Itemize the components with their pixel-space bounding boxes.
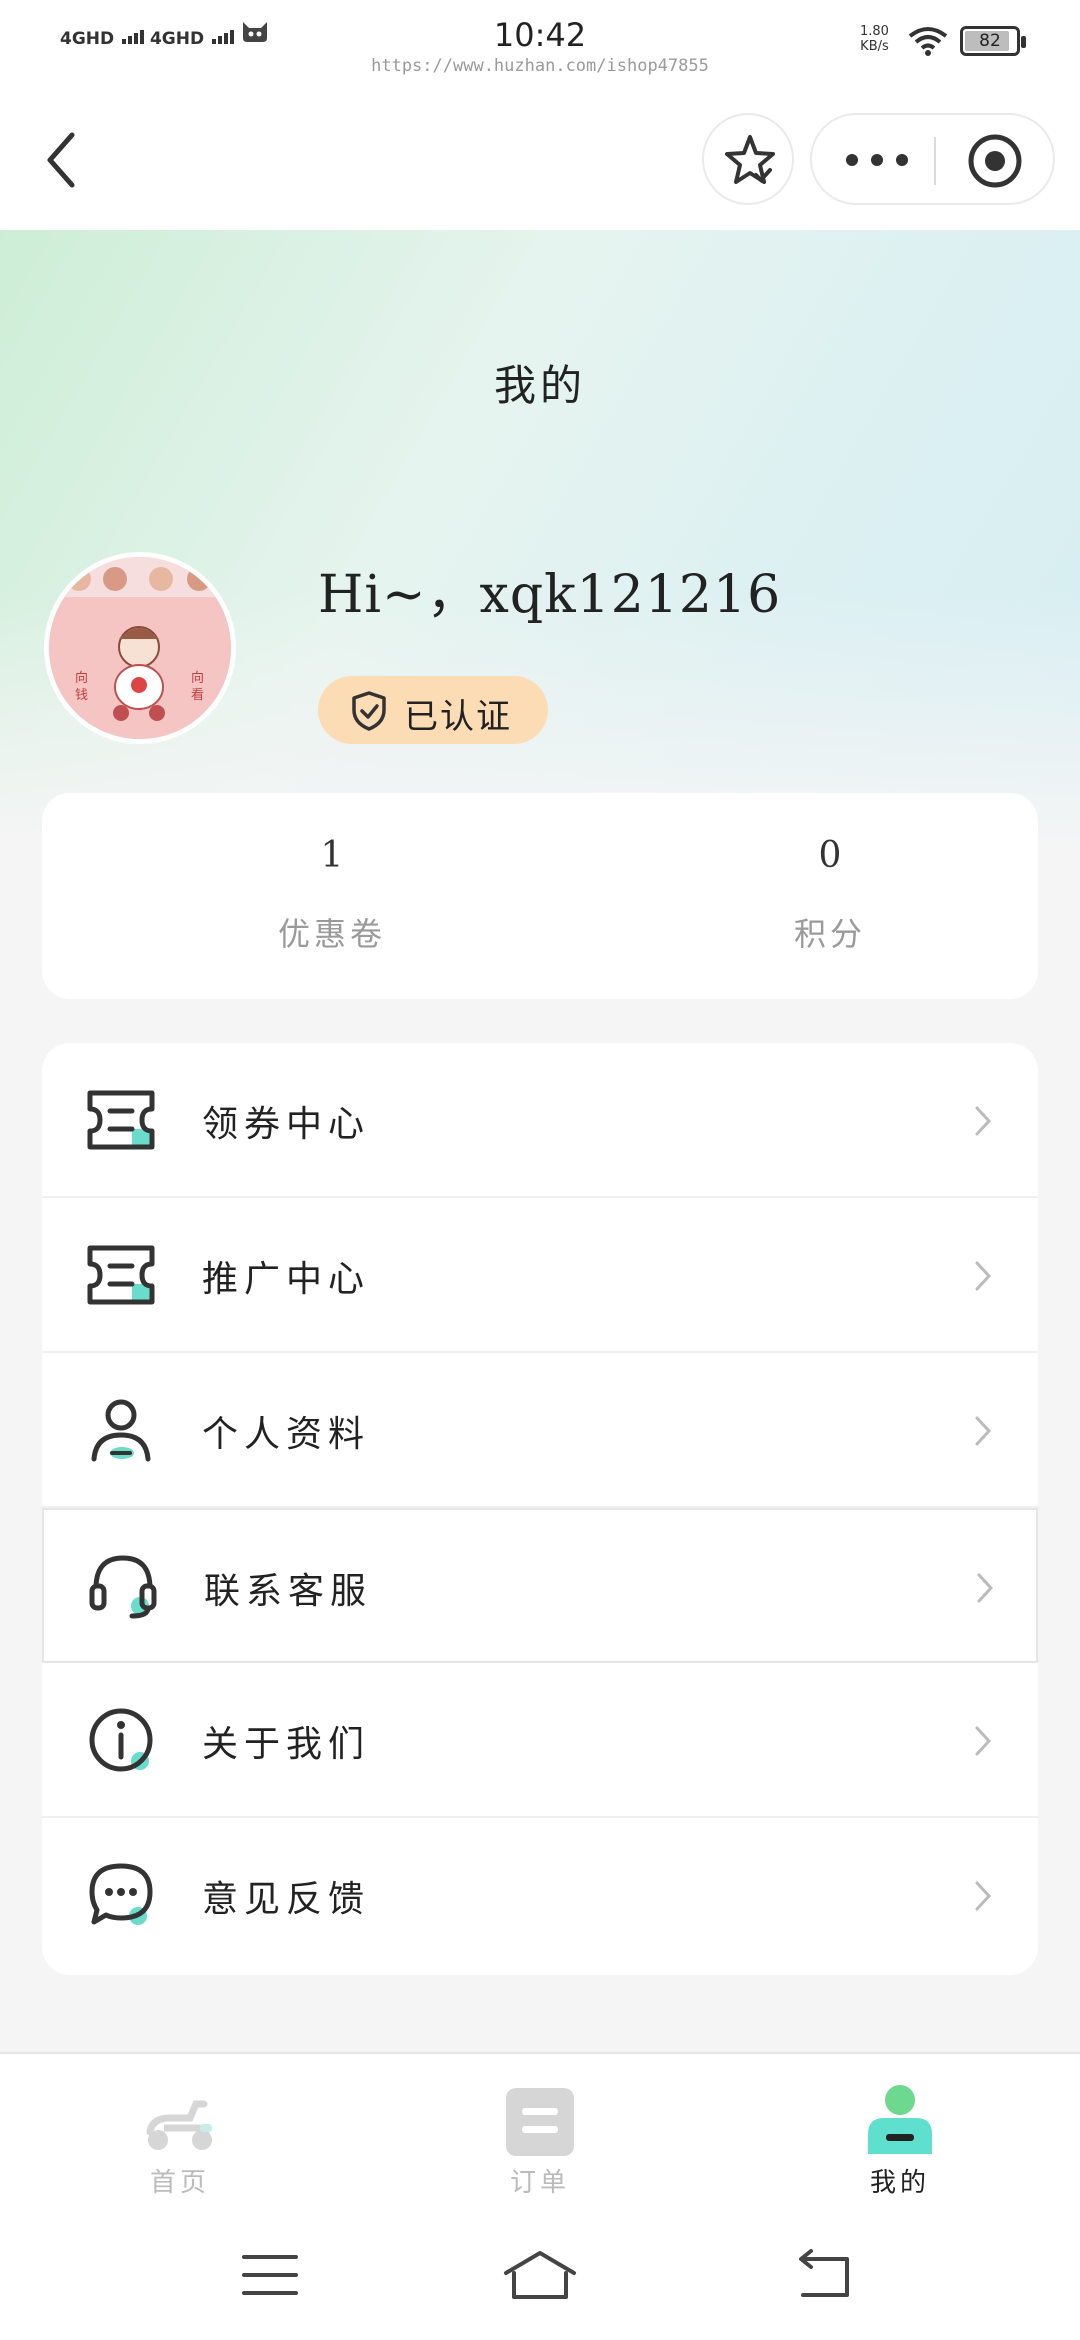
system-navigation-bar bbox=[0, 2215, 1080, 2340]
menu-label: 推广中心 bbox=[202, 1259, 371, 1300]
menu-item-coupon-center[interactable]: 领券中心 bbox=[42, 1043, 1038, 1198]
wifi-icon bbox=[908, 27, 948, 56]
menu-label: 个人资料 bbox=[202, 1414, 371, 1455]
user-icon bbox=[91, 1399, 151, 1462]
points-label: 积分 bbox=[793, 915, 866, 953]
coupons-count: 1 bbox=[320, 835, 344, 876]
headset-icon bbox=[89, 1555, 157, 1619]
tab-label: 订单 bbox=[509, 2168, 570, 2198]
more-dots-icon[interactable] bbox=[842, 145, 912, 175]
status-bar: 4GHD 4GHD 10:42 https://www.huzhan.com/i… bbox=[0, 0, 1080, 95]
menu-list: 领券中心 推广中心 个人资料 联系客服 关于我们 意见反馈 bbox=[42, 1043, 1038, 1975]
shield-check-icon bbox=[352, 691, 386, 731]
order-icon bbox=[506, 2088, 574, 2156]
coupons-stat[interactable]: 1 优惠卷 bbox=[182, 793, 482, 999]
tab-home[interactable]: 首页 bbox=[80, 2054, 280, 2217]
page-title: 我的 bbox=[493, 361, 586, 410]
menu-icon[interactable] bbox=[230, 2245, 310, 2305]
shop-url-watermark: https://www.huzhan.com/ishop47855 bbox=[371, 56, 709, 76]
tab-orders[interactable]: 订单 bbox=[440, 2054, 640, 2217]
battery-indicator: 82 bbox=[960, 26, 1026, 56]
tab-mine[interactable]: 我的 bbox=[800, 2054, 1000, 2217]
chat-icon bbox=[89, 1863, 153, 1925]
coupon-icon bbox=[87, 1090, 155, 1150]
capsule-divider bbox=[934, 137, 936, 185]
menu-label: 关于我们 bbox=[202, 1724, 371, 1765]
capsule-menu bbox=[810, 113, 1055, 205]
bottom-tab-bar: 首页 订单 我的 bbox=[0, 2052, 1080, 2215]
home-icon[interactable] bbox=[500, 2245, 580, 2305]
chevron-right-icon bbox=[975, 1106, 992, 1136]
tab-label: 我的 bbox=[869, 2168, 930, 2198]
promotion-icon bbox=[87, 1245, 155, 1305]
menu-label: 领券中心 bbox=[202, 1104, 371, 1145]
star-icon bbox=[725, 135, 775, 184]
speed-value: 1.80 bbox=[860, 24, 889, 39]
menu-item-feedback[interactable]: 意见反馈 bbox=[42, 1818, 1038, 1973]
chevron-right-icon bbox=[975, 1726, 992, 1756]
battery-level: 82 bbox=[979, 31, 1001, 51]
points-count: 0 bbox=[818, 835, 842, 876]
verified-badge: 已认证 bbox=[318, 676, 548, 744]
menu-item-about-us[interactable]: 关于我们 bbox=[42, 1663, 1038, 1818]
avatar[interactable]: 向 钱 向 看 bbox=[44, 552, 236, 744]
favorite-button[interactable] bbox=[702, 113, 794, 205]
stats-card: 1 优惠卷 0 积分 bbox=[42, 793, 1038, 999]
coupons-label: 优惠卷 bbox=[277, 915, 386, 953]
scooter-icon bbox=[146, 2100, 212, 2150]
chevron-right-icon bbox=[975, 1261, 992, 1291]
svg-text:向: 向 bbox=[75, 670, 88, 686]
chevron-right-icon bbox=[975, 1416, 992, 1446]
target-icon[interactable] bbox=[967, 133, 1023, 189]
menu-item-customer-service[interactable]: 联系客服 bbox=[42, 1508, 1038, 1663]
verified-label: 已认证 bbox=[404, 697, 512, 737]
menu-label: 联系客服 bbox=[204, 1571, 373, 1612]
greeting-username: Hi~，xqk121216 bbox=[318, 565, 782, 625]
svg-text:钱: 钱 bbox=[75, 688, 88, 703]
chevron-right-icon bbox=[977, 1573, 994, 1603]
menu-item-promotion-center[interactable]: 推广中心 bbox=[42, 1198, 1038, 1353]
menu-item-profile[interactable]: 个人资料 bbox=[42, 1353, 1038, 1508]
back-icon[interactable] bbox=[785, 2245, 865, 2305]
user-icon bbox=[868, 2085, 932, 2154]
points-stat[interactable]: 0 积分 bbox=[680, 793, 980, 999]
chevron-right-icon bbox=[975, 1881, 992, 1911]
chevron-left-icon[interactable] bbox=[34, 125, 94, 195]
menu-label: 意见反馈 bbox=[202, 1879, 371, 1920]
svg-text:看: 看 bbox=[191, 687, 204, 703]
avatar-image: 向 钱 向 看 bbox=[49, 557, 231, 739]
speed-unit: KB/s bbox=[860, 39, 889, 54]
svg-text:向: 向 bbox=[191, 670, 204, 686]
profile-header: 我的 向 钱 向 看 Hi~，xqk121216 已认证 bbox=[0, 230, 1080, 850]
tab-label: 首页 bbox=[149, 2168, 210, 2198]
info-icon bbox=[89, 1708, 153, 1772]
network-speed: 1.80 KB/s bbox=[860, 24, 889, 54]
navigation-header bbox=[0, 95, 1080, 230]
